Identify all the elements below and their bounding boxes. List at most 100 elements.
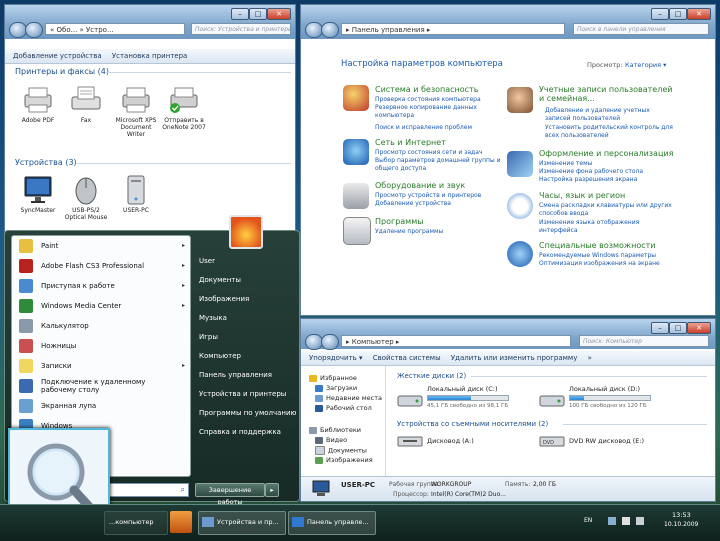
clock-date[interactable]: 10.10.2009: [664, 521, 698, 528]
drive-c[interactable]: Локальный диск (C:) 45,1 ГБ свободно из …: [397, 385, 517, 415]
title-bar[interactable]: – □ ✕ « Обо... » Устро... Поиск: Устройс…: [5, 5, 295, 39]
start-menu-link[interactable]: Устройства и принтеры: [199, 390, 286, 398]
address-bar[interactable]: ▸ Компьютер ▸: [341, 335, 571, 347]
start-menu-link[interactable]: Документы: [199, 276, 241, 284]
close-button[interactable]: ✕: [267, 8, 291, 20]
category-link[interactable]: Изменение фона рабочего стола: [539, 168, 643, 176]
group-devices-header[interactable]: Устройства (3): [15, 158, 77, 167]
more-commands-button[interactable]: »: [588, 354, 592, 362]
minimize-button[interactable]: –: [651, 322, 669, 334]
category-link[interactable]: Смена раскладки клавиатуры или других сп…: [539, 202, 689, 217]
taskbar-item-calculator[interactable]: ...компьютер: [104, 511, 168, 535]
start-menu-item[interactable]: Экранная лупа: [17, 397, 189, 415]
system-properties-button[interactable]: Свойства системы: [373, 354, 441, 362]
add-printer-button[interactable]: Установка принтера: [112, 52, 187, 60]
maximize-button[interactable]: □: [249, 8, 267, 20]
start-menu-item[interactable]: Ножницы: [17, 337, 189, 355]
start-menu-item[interactable]: Приступая к работе ▸: [17, 277, 189, 295]
start-menu-item[interactable]: Записки ▸: [17, 357, 189, 375]
forward-button[interactable]: [25, 22, 43, 38]
drive-dvd[interactable]: DVD DVD RW дисковод (E:): [539, 433, 659, 453]
tray-icons[interactable]: [604, 516, 648, 526]
start-menu-item[interactable]: Adobe Flash CS3 Professional ▸: [17, 257, 189, 275]
minimize-button[interactable]: –: [231, 8, 249, 20]
drive-d[interactable]: Локальный диск (D:) 100 ГБ свободно из 1…: [539, 385, 659, 415]
printer-onenote[interactable]: Отправить в OneNote 2007: [159, 85, 209, 131]
drive-floppy[interactable]: Дисковод (A:): [397, 433, 517, 453]
category-personalization[interactable]: Оформление и персонализация: [539, 149, 673, 158]
close-button[interactable]: ✕: [687, 8, 711, 20]
start-menu-link[interactable]: Справка и поддержка: [199, 428, 281, 436]
category-network[interactable]: Сеть и Интернет: [375, 138, 446, 147]
category-system-security[interactable]: Система и безопасность: [375, 85, 478, 94]
hdd-group-header[interactable]: Жесткие диски (2): [397, 372, 466, 380]
nav-documents[interactable]: Документы: [315, 446, 367, 455]
taskbar-media-icon[interactable]: [170, 511, 192, 533]
category-clock-language[interactable]: Часы, язык и регион: [539, 191, 625, 200]
nav-favorites[interactable]: Избранное: [309, 374, 357, 382]
device-mouse[interactable]: USB-PS/2 Optical Mouse: [61, 175, 111, 221]
category-link[interactable]: Выбор параметров домашней группы и общег…: [375, 157, 501, 172]
category-link[interactable]: Рекомендуемые Windows параметры: [539, 252, 656, 260]
start-menu-link[interactable]: Компьютер: [199, 352, 241, 360]
shutdown-button[interactable]: Завершение работы: [195, 483, 265, 506]
minimize-button[interactable]: –: [651, 8, 669, 20]
group-printers-header[interactable]: Принтеры и факсы (4): [15, 67, 109, 76]
start-menu-link[interactable]: Программы по умолчанию: [199, 409, 296, 417]
nav-images[interactable]: Изображения: [315, 456, 373, 464]
forward-button[interactable]: [321, 334, 339, 350]
user-picture[interactable]: [229, 215, 263, 249]
start-menu-link[interactable]: Музыка: [199, 314, 227, 322]
search-input[interactable]: Поиск в панели управления: [573, 23, 709, 35]
maximize-button[interactable]: □: [669, 8, 687, 20]
category-link[interactable]: Установить родительский контроль для все…: [545, 124, 675, 139]
removable-group-header[interactable]: Устройства со съемными носителями (2): [397, 420, 548, 428]
start-menu-link[interactable]: Изображения: [199, 295, 249, 303]
address-bar[interactable]: ▸ Панель управления ▸: [341, 23, 565, 35]
category-link[interactable]: Проверка состояния компьютера: [375, 96, 481, 104]
close-button[interactable]: ✕: [687, 322, 711, 334]
maximize-button[interactable]: □: [669, 322, 687, 334]
category-link[interactable]: Просмотр устройств и принтеров: [375, 192, 481, 200]
category-link[interactable]: Просмотр состояния сети и задач: [375, 149, 482, 157]
address-bar[interactable]: « Обо... » Устро...: [45, 23, 185, 35]
category-link[interactable]: Оптимизация изображения на экране: [539, 260, 660, 268]
start-menu-link[interactable]: Игры: [199, 333, 218, 341]
printer-xps[interactable]: Microsoft XPS Document Writer: [111, 85, 161, 138]
search-input[interactable]: Поиск: Компьютер: [579, 335, 709, 347]
nav-recent-places[interactable]: Недавние места: [315, 394, 382, 402]
printer-fax[interactable]: Fax: [61, 85, 111, 124]
title-bar[interactable]: – □ ✕ ▸ Компьютер ▸ Поиск: Компьютер: [301, 319, 715, 350]
nav-video[interactable]: Видео: [315, 436, 347, 444]
view-by-dropdown[interactable]: Категория ▾: [625, 61, 666, 69]
printer-adobe-pdf[interactable]: Adobe PDF: [13, 85, 63, 124]
taskbar-item-devices[interactable]: Устройства и пр...: [198, 511, 286, 535]
clock-time[interactable]: 13:53: [672, 511, 691, 519]
uninstall-program-button[interactable]: Удалить или изменить программу: [451, 354, 577, 362]
category-link[interactable]: Резервное копирование данных компьютера: [375, 104, 495, 119]
category-link[interactable]: Изменение темы: [539, 160, 592, 168]
category-hardware-sound[interactable]: Оборудование и звук: [375, 181, 465, 190]
category-accessibility[interactable]: Специальные возможности: [539, 241, 656, 250]
search-input[interactable]: Поиск: Устройства и принтеры: [191, 23, 291, 35]
device-syncmaster[interactable]: SyncMaster: [13, 175, 63, 214]
category-link[interactable]: Настройка разрешения экрана: [539, 176, 637, 184]
nav-desktop[interactable]: Рабочий стол: [315, 404, 372, 412]
category-link[interactable]: Добавление и удаление учетных записей по…: [545, 107, 675, 122]
start-menu-item[interactable]: Windows Media Center ▸: [17, 297, 189, 315]
language-indicator[interactable]: EN: [584, 517, 592, 524]
category-link[interactable]: Изменение языка отображения интерфейса: [539, 219, 679, 234]
start-menu-link[interactable]: User: [199, 257, 215, 265]
category-programs[interactable]: Программы: [375, 217, 424, 226]
title-bar[interactable]: – □ ✕ ▸ Панель управления ▸ Поиск в пане…: [301, 5, 715, 39]
category-user-accounts[interactable]: Учетные записи пользователей и семейная.…: [539, 85, 679, 103]
nav-downloads[interactable]: Загрузки: [315, 384, 357, 392]
category-link[interactable]: Поиск и исправление проблем: [375, 124, 472, 132]
start-menu-item[interactable]: Калькулятор: [17, 317, 189, 335]
category-link[interactable]: Добавление устройства: [375, 200, 451, 208]
taskbar-item-control-panel[interactable]: Панель управле...: [288, 511, 376, 535]
add-device-button[interactable]: Добавление устройства: [13, 52, 102, 60]
category-link[interactable]: Удаление программы: [375, 228, 443, 236]
start-menu-item[interactable]: Подключение к удаленному рабочему столу: [17, 377, 189, 395]
start-menu-link[interactable]: Панель управления: [199, 371, 272, 379]
